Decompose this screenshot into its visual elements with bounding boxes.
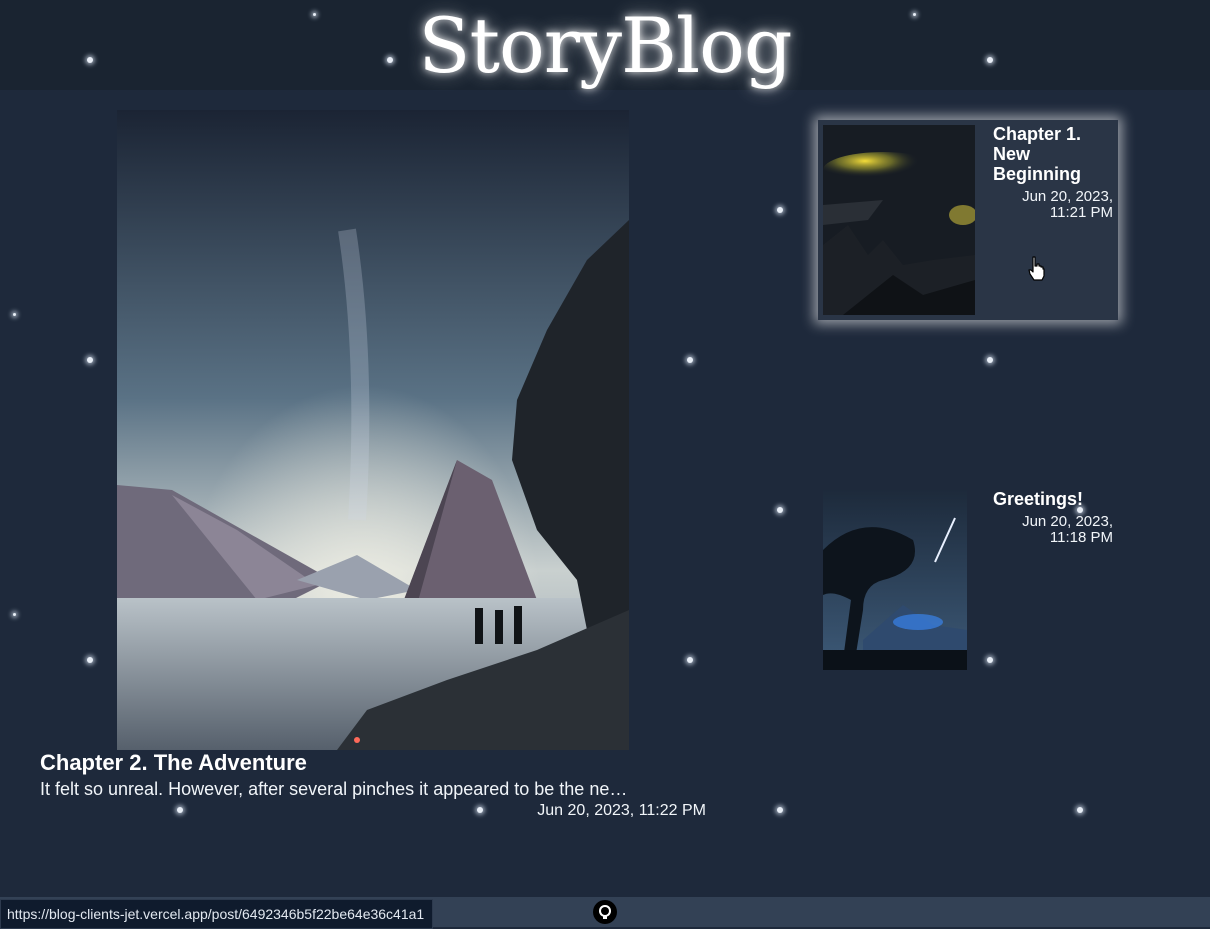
star: [913, 13, 916, 16]
hand-cursor-icon: [1027, 256, 1047, 282]
star: [177, 807, 183, 813]
featured-post-excerpt: It felt so unreal. However, after severa…: [40, 779, 628, 799]
star: [687, 357, 693, 363]
post-date-line-1: Jun 20, 2023,: [1022, 513, 1113, 530]
featured-post-title[interactable]: Chapter 2. The Adventure: [40, 750, 307, 776]
post-card-greetings[interactable]: Greetings! Jun 20, 2023, 11:18 PM: [818, 485, 1118, 675]
post-title[interactable]: Chapter 1. New Beginning: [993, 124, 1113, 184]
star: [777, 507, 783, 513]
star: [87, 657, 93, 663]
star: [1077, 807, 1083, 813]
post-card-chapter-1[interactable]: Chapter 1. New Beginning Jun 20, 2023, 1…: [818, 120, 1118, 320]
post-thumbnail[interactable]: [823, 490, 967, 670]
star: [987, 57, 993, 63]
featured-post-date: Jun 20, 2023, 11:22 PM: [537, 802, 706, 819]
post-date: Jun 20, 2023, 11:21 PM: [993, 189, 1113, 221]
star: [387, 57, 393, 63]
star: [687, 657, 693, 663]
star: [987, 357, 993, 363]
post-thumbnail[interactable]: [823, 125, 975, 315]
site-title[interactable]: StoryBlog: [0, 0, 1210, 94]
featured-post-image[interactable]: [117, 110, 629, 750]
star: [777, 207, 783, 213]
star: [13, 313, 16, 316]
post-date-line-1: Jun 20, 2023,: [1022, 188, 1113, 205]
star: [313, 13, 316, 16]
post-date: Jun 20, 2023, 11:18 PM: [993, 514, 1113, 546]
star: [87, 57, 93, 63]
star: [87, 357, 93, 363]
star: [13, 613, 16, 616]
status-bar-url: https://blog-clients-jet.vercel.app/post…: [0, 899, 434, 929]
post-title[interactable]: Greetings!: [993, 489, 1113, 509]
post-date-line-2: 11:18 PM: [1049, 529, 1113, 546]
github-icon[interactable]: [593, 900, 617, 924]
post-date-line-2: 11:21 PM: [1049, 204, 1113, 221]
star: [777, 807, 783, 813]
